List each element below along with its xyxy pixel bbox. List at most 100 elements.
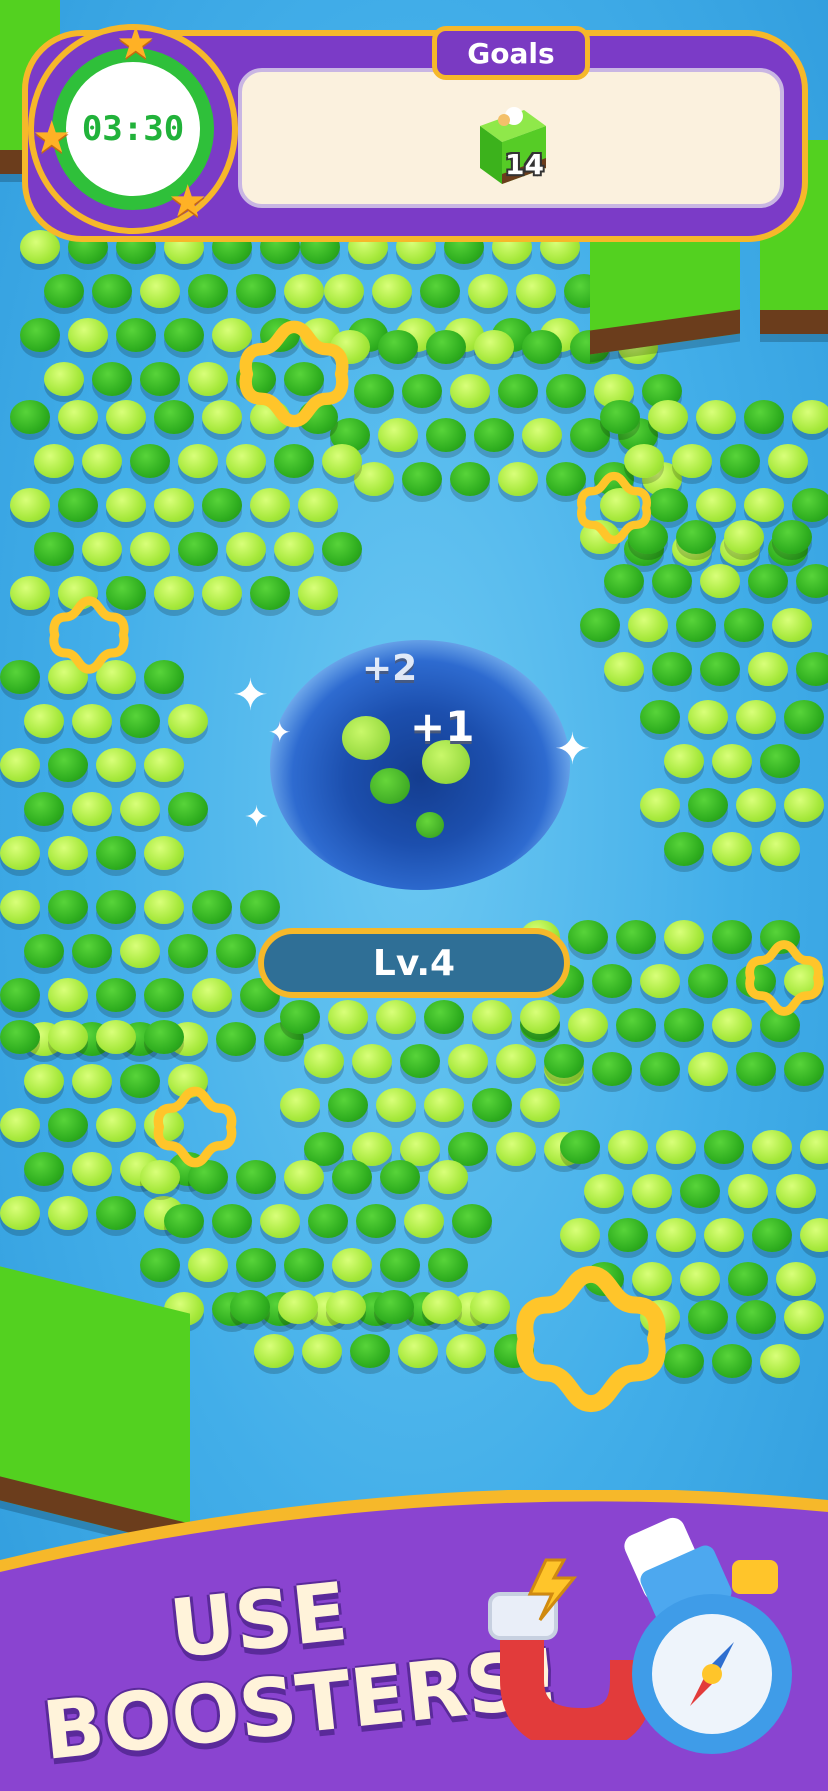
pea-icon	[144, 836, 184, 870]
pea-icon	[226, 444, 266, 478]
pea-icon	[212, 1204, 252, 1238]
pea-icon	[546, 374, 586, 408]
pea-icon	[640, 1052, 680, 1086]
pea-icon	[376, 1000, 416, 1034]
pea-icon	[284, 1160, 324, 1194]
pea-icon	[24, 704, 64, 738]
pepper-ring-icon	[148, 1080, 242, 1174]
pea-icon	[322, 444, 362, 478]
pea-icon	[796, 652, 828, 686]
pea-icon	[82, 444, 122, 478]
pea-icon	[744, 400, 784, 434]
pea-icon	[34, 444, 74, 478]
pea-icon	[96, 890, 136, 924]
pea-icon	[260, 1204, 300, 1238]
star-icon: ★	[116, 18, 156, 69]
pea-icon	[216, 1022, 256, 1056]
pea-icon	[796, 564, 828, 598]
pepper-ring-icon	[506, 1254, 676, 1424]
pea-icon	[472, 1000, 512, 1034]
pepper-ring-icon	[44, 590, 134, 680]
pea-icon	[280, 1000, 320, 1034]
pea-icon	[178, 444, 218, 478]
pea-icon	[192, 890, 232, 924]
pea-icon	[178, 532, 218, 566]
pea-icon	[516, 274, 556, 308]
pea-icon	[328, 1088, 368, 1122]
pea-icon	[664, 832, 704, 866]
pea-icon	[776, 1262, 816, 1296]
pea-icon	[168, 704, 208, 738]
pea-icon	[308, 1204, 348, 1238]
pea-icon	[470, 1290, 510, 1324]
pea-icon	[748, 564, 788, 598]
pea-icon	[284, 274, 324, 308]
pea-icon	[10, 488, 50, 522]
pea-icon	[188, 362, 228, 396]
pea-icon	[688, 1052, 728, 1086]
pea-icon	[724, 520, 764, 554]
pea-icon	[144, 1020, 184, 1054]
pea-icon	[298, 488, 338, 522]
pea-icon	[350, 1334, 390, 1368]
pea-icon	[34, 532, 74, 566]
pea-icon	[560, 1130, 600, 1164]
pea-icon	[202, 576, 242, 610]
pea-icon	[404, 1204, 444, 1238]
pea-icon	[140, 274, 180, 308]
pea-icon	[0, 890, 40, 924]
pea-icon	[656, 1218, 696, 1252]
pea-icon	[274, 532, 314, 566]
pea-icon	[426, 330, 466, 364]
pea-icon	[120, 704, 160, 738]
pea-icon	[664, 744, 704, 778]
pea-icon	[776, 1174, 816, 1208]
pea-icon	[688, 788, 728, 822]
pea-icon	[106, 400, 146, 434]
pea-icon	[154, 576, 194, 610]
pea-icon	[96, 1108, 136, 1142]
pea-icon	[130, 444, 170, 478]
pea-icon	[48, 978, 88, 1012]
pea-icon	[748, 652, 788, 686]
pea-icon	[24, 1152, 64, 1186]
pea-icon	[656, 1130, 696, 1164]
pea-icon	[652, 564, 692, 598]
pea-icon	[428, 1160, 468, 1194]
pea-icon	[712, 832, 752, 866]
pea-icon	[144, 978, 184, 1012]
pea-icon	[422, 1290, 462, 1324]
pea-icon	[44, 362, 84, 396]
pea-icon	[0, 978, 40, 1012]
pea-icon	[44, 274, 84, 308]
pea-icon	[144, 748, 184, 782]
pea-icon	[446, 1334, 486, 1368]
pea-icon	[724, 608, 764, 642]
pepper-ring-icon	[572, 466, 656, 550]
sparkle-icon: ✦	[232, 670, 269, 721]
pea-icon	[154, 488, 194, 522]
pea-icon	[448, 1044, 488, 1078]
pea-icon	[640, 964, 680, 998]
pea-icon	[164, 1204, 204, 1238]
player-hole[interactable]	[270, 640, 570, 890]
pea-icon	[736, 700, 776, 734]
pea-icon	[332, 1248, 372, 1282]
pea-icon	[376, 1088, 416, 1122]
pea-icon	[0, 1196, 40, 1230]
pea-icon	[96, 836, 136, 870]
pea-icon	[712, 744, 752, 778]
timer-text: 03:30	[81, 109, 185, 149]
level-label: Lv.4	[258, 928, 570, 998]
pea-icon	[616, 920, 656, 954]
pepper-ring-icon	[740, 934, 828, 1022]
pea-icon	[284, 1248, 324, 1282]
pea-icon	[704, 1130, 744, 1164]
pea-icon	[468, 274, 508, 308]
pea-icon	[302, 1334, 342, 1368]
pea-icon	[96, 1020, 136, 1054]
pea-icon	[772, 520, 812, 554]
pea-icon	[188, 1248, 228, 1282]
pea-icon	[380, 1160, 420, 1194]
pea-icon	[304, 1044, 344, 1078]
